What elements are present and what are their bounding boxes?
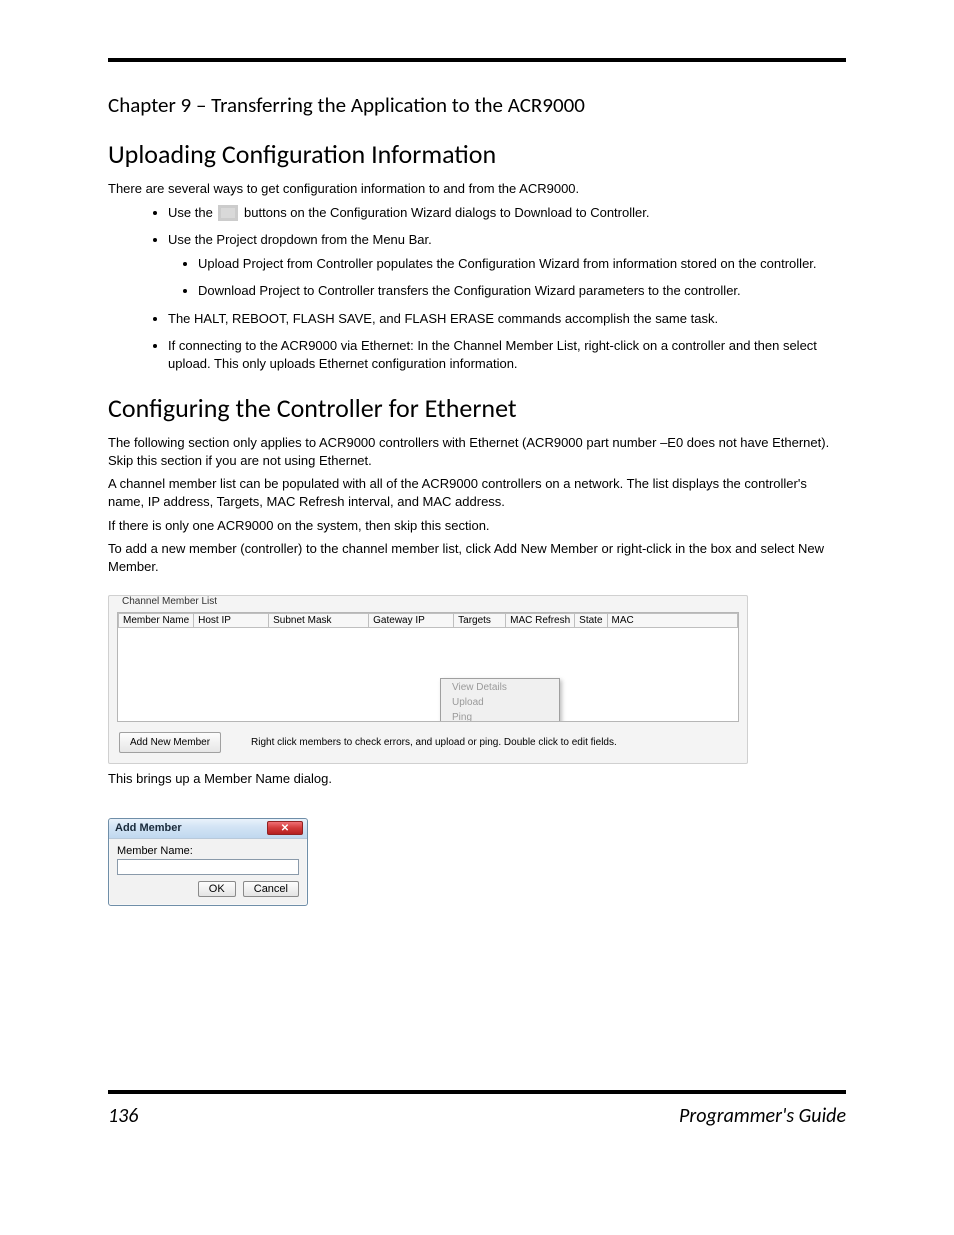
menu-upload[interactable]: Upload xyxy=(442,695,558,710)
bullet-2b: Download Project to Controller transfers… xyxy=(198,282,846,300)
cancel-button[interactable]: Cancel xyxy=(243,881,299,897)
config-p2: A channel member list can be populated w… xyxy=(108,475,846,510)
upload-intro: There are several ways to get configurat… xyxy=(108,180,846,198)
heading-configuring-ethernet: Configuring the Controller for Ethernet xyxy=(108,392,846,424)
col-gateway-ip[interactable]: Gateway IP xyxy=(369,614,454,628)
bullet-1: Use the buttons on the Configuration Wiz… xyxy=(168,204,846,222)
bullet-2-sublist: Upload Project from Controller populates… xyxy=(198,255,846,300)
add-member-dialog: Add Member ✕ Member Name: OK Cancel xyxy=(108,818,308,906)
config-p3: If there is only one ACR9000 on the syst… xyxy=(108,517,846,535)
menu-view-details[interactable]: View Details xyxy=(442,680,558,695)
col-subnet-mask[interactable]: Subnet Mask xyxy=(269,614,369,628)
bullet-4: If connecting to the ACR9000 via Etherne… xyxy=(168,337,846,372)
cml-table: Member Name Host IP Subnet Mask Gateway … xyxy=(118,613,738,628)
dialog-title: Add Member xyxy=(115,822,182,834)
ok-button[interactable]: OK xyxy=(198,881,236,897)
bullet-2: Use the Project dropdown from the Menu B… xyxy=(168,231,846,300)
close-icon: ✕ xyxy=(281,823,289,834)
page-top-rule xyxy=(108,58,846,62)
add-new-member-button[interactable]: Add New Member xyxy=(119,732,221,753)
chapter-header: Chapter 9 – Transferring the Application… xyxy=(108,92,846,118)
cml-help-text: Right click members to check errors, and… xyxy=(251,737,617,748)
upload-bullet-list: Use the buttons on the Configuration Wiz… xyxy=(168,204,846,373)
config-p5: This brings up a Member Name dialog. xyxy=(108,770,846,788)
cml-context-menu: View Details Upload Ping New Member... R… xyxy=(440,678,560,722)
download-to-controller-icon xyxy=(218,205,238,221)
cml-group-label: Channel Member List xyxy=(119,596,220,607)
heading-uploading: Uploading Configuration Information xyxy=(108,138,846,170)
member-name-label: Member Name: xyxy=(117,845,299,857)
footer-page-number: 136 xyxy=(108,1104,138,1128)
col-member-name[interactable]: Member Name xyxy=(119,614,194,628)
bullet-3: The HALT, REBOOT, FLASH SAVE, and FLASH … xyxy=(168,310,846,328)
page-bottom-rule xyxy=(108,1090,846,1094)
cml-table-area[interactable]: Member Name Host IP Subnet Mask Gateway … xyxy=(117,612,739,722)
bullet-2-text: Use the Project dropdown from the Menu B… xyxy=(168,232,432,247)
col-mac[interactable]: MAC xyxy=(607,614,737,628)
dialog-close-button[interactable]: ✕ xyxy=(267,821,303,835)
col-host-ip[interactable]: Host IP xyxy=(194,614,269,628)
col-state[interactable]: State xyxy=(575,614,607,628)
config-p1: The following section only applies to AC… xyxy=(108,434,846,469)
bullet-1-post: buttons on the Configuration Wizard dial… xyxy=(244,205,649,220)
col-mac-refresh[interactable]: MAC Refresh xyxy=(506,614,575,628)
bullet-1-pre: Use the xyxy=(168,205,216,220)
bullet-2a: Upload Project from Controller populates… xyxy=(198,255,846,273)
channel-member-list-panel: Channel Member List Member Name Host IP … xyxy=(108,595,748,764)
col-targets[interactable]: Targets xyxy=(454,614,506,628)
menu-ping[interactable]: Ping xyxy=(442,710,558,722)
config-p4: To add a new member (controller) to the … xyxy=(108,540,846,575)
footer-text: Programmer's Guide xyxy=(679,1104,846,1128)
member-name-input[interactable] xyxy=(117,859,299,875)
